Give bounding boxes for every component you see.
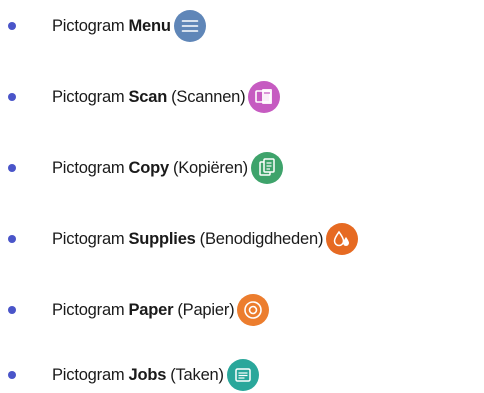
item-text: Pictogram Jobs (Taken)	[52, 359, 259, 391]
scan-icon	[248, 81, 281, 113]
bullet	[8, 235, 16, 243]
item-lead: Pictogram	[52, 229, 125, 248]
bullet	[8, 22, 16, 30]
bullet	[8, 306, 16, 314]
item-translation: (Taken)	[170, 365, 224, 384]
item-lead: Pictogram	[52, 87, 125, 106]
item-name: Jobs	[128, 365, 167, 384]
item-text: Pictogram Paper (Papier)	[52, 294, 270, 326]
item-name: Scan	[128, 87, 168, 106]
item-lead: Pictogram	[52, 300, 125, 319]
item-lead: Pictogram	[52, 158, 125, 177]
supplies-icon	[326, 223, 359, 255]
copy-icon	[250, 152, 283, 184]
bullet	[8, 371, 16, 379]
item-text: Pictogram Menu	[52, 10, 206, 42]
item-name: Copy	[128, 158, 169, 177]
bullet	[8, 164, 16, 172]
item-translation: (Benodigdheden)	[199, 229, 324, 248]
item-name: Paper	[128, 300, 174, 319]
item-translation: (Scannen)	[171, 87, 246, 106]
jobs-icon	[226, 359, 259, 391]
item-name: Supplies	[128, 229, 196, 248]
item-name: Menu	[128, 16, 171, 35]
menu-icon	[173, 10, 206, 42]
item-text: Pictogram Supplies (Benodigdheden)	[52, 223, 359, 255]
item-translation: (Papier)	[177, 300, 235, 319]
item-lead: Pictogram	[52, 16, 125, 35]
bullet	[8, 93, 16, 101]
item-translation: (Kopiëren)	[172, 158, 248, 177]
paper-icon	[237, 294, 270, 326]
item-text: Pictogram Copy (Kopiëren)	[52, 152, 283, 184]
item-text: Pictogram Scan (Scannen)	[52, 81, 281, 113]
item-lead: Pictogram	[52, 365, 125, 384]
